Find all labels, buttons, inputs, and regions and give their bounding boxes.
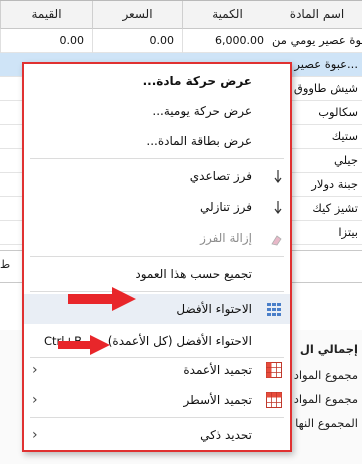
column-header-value[interactable]: القيمة xyxy=(0,1,92,29)
chevron-left-icon: ‹ xyxy=(32,362,38,378)
context-menu: عرض حركة مادة... عرض حركة يومية... عرض ب… xyxy=(22,62,292,452)
table-row[interactable]: عبوة عصير يومي من... 6,000.00 0.00 0.00 xyxy=(0,29,362,53)
menu-item-label: فرز تصاعدي xyxy=(189,169,252,183)
menu-item-sort-descending[interactable]: Z A فرز تنازلي xyxy=(24,192,290,222)
freeze-rows-icon xyxy=(266,392,282,408)
menu-item-label: الاحتواء الأفضل xyxy=(176,302,252,316)
svg-text:A: A xyxy=(266,169,267,177)
menu-item-label: الاحتواء الأفضل (كل الأعمدة) xyxy=(107,334,252,348)
menu-item-label: عرض حركة يومية... xyxy=(152,104,252,118)
menu-item-sort-ascending[interactable]: A Z فرز تصاعدي xyxy=(24,161,290,191)
column-header-item-name[interactable]: اسم المادة xyxy=(272,1,362,29)
menu-item-label: تجميع حسب هذا العمود xyxy=(135,267,252,281)
menu-item-smart-select[interactable]: تحديد ذكي ‹ xyxy=(24,420,290,450)
menu-item-view-item-card[interactable]: عرض بطاقة المادة... xyxy=(24,126,290,156)
menu-item-view-item-movement[interactable]: عرض حركة مادة... xyxy=(24,66,290,96)
menu-item-label: تحديد ذكي xyxy=(200,428,252,442)
annotation-arrow-icon xyxy=(58,335,110,355)
menu-item-group-by-column[interactable]: تجميع حسب هذا العمود xyxy=(24,259,290,289)
menu-item-label: عرض حركة مادة... xyxy=(142,74,252,88)
chevron-left-icon: ‹ xyxy=(32,427,38,443)
clear-sort-icon: A xyxy=(266,232,282,246)
menu-item-label: تجميد الأسطر xyxy=(183,393,252,407)
grid-header: اسم المادة الكمية السعر القيمة xyxy=(0,1,362,29)
svg-text:A: A xyxy=(266,232,267,241)
menu-item-label: فرز تنازلي xyxy=(199,200,252,214)
column-header-quantity[interactable]: الكمية xyxy=(182,1,272,29)
totals-title: إجمالي ال xyxy=(299,342,358,356)
annotation-arrow-icon xyxy=(68,287,136,311)
totals-row: مجموع المواد xyxy=(293,392,358,406)
partial-label: ط xyxy=(0,258,11,271)
freeze-columns-icon xyxy=(266,362,282,378)
cell-price[interactable]: 0.00 xyxy=(92,29,182,53)
cell-value[interactable]: 0.00 xyxy=(0,29,92,53)
menu-item-label: عرض بطاقة المادة... xyxy=(146,134,252,148)
menu-item-label: تجميد الأعمدة xyxy=(183,363,252,377)
sort-ascending-icon: A Z xyxy=(266,169,282,183)
menu-separator xyxy=(30,158,284,159)
menu-item-view-daily-movement[interactable]: عرض حركة يومية... xyxy=(24,96,290,126)
svg-text:A: A xyxy=(266,208,267,215)
cell-quantity[interactable]: 6,000.00 xyxy=(182,29,272,53)
cell-item-name[interactable]: عبوة عصير يومي من... xyxy=(272,29,362,53)
menu-item-freeze-columns[interactable]: تجميد الأعمدة ‹ xyxy=(24,355,290,385)
totals-row: مجموع المواد xyxy=(293,368,358,382)
column-header-price[interactable]: السعر xyxy=(92,1,182,29)
menu-item-best-fit[interactable]: الاحتواء الأفضل xyxy=(24,294,290,324)
menu-item-freeze-rows[interactable]: تجميد الأسطر ‹ xyxy=(24,385,290,415)
sort-descending-icon: Z A xyxy=(266,201,282,215)
menu-separator xyxy=(30,417,284,418)
totals-row: المجموع النها xyxy=(295,416,358,430)
menu-separator xyxy=(30,256,284,257)
menu-item-clear-sort: A إزالة الفرز xyxy=(24,223,290,253)
chevron-left-icon: ‹ xyxy=(32,392,38,408)
best-fit-icon xyxy=(267,303,281,316)
menu-item-label: إزالة الفرز xyxy=(200,231,252,245)
